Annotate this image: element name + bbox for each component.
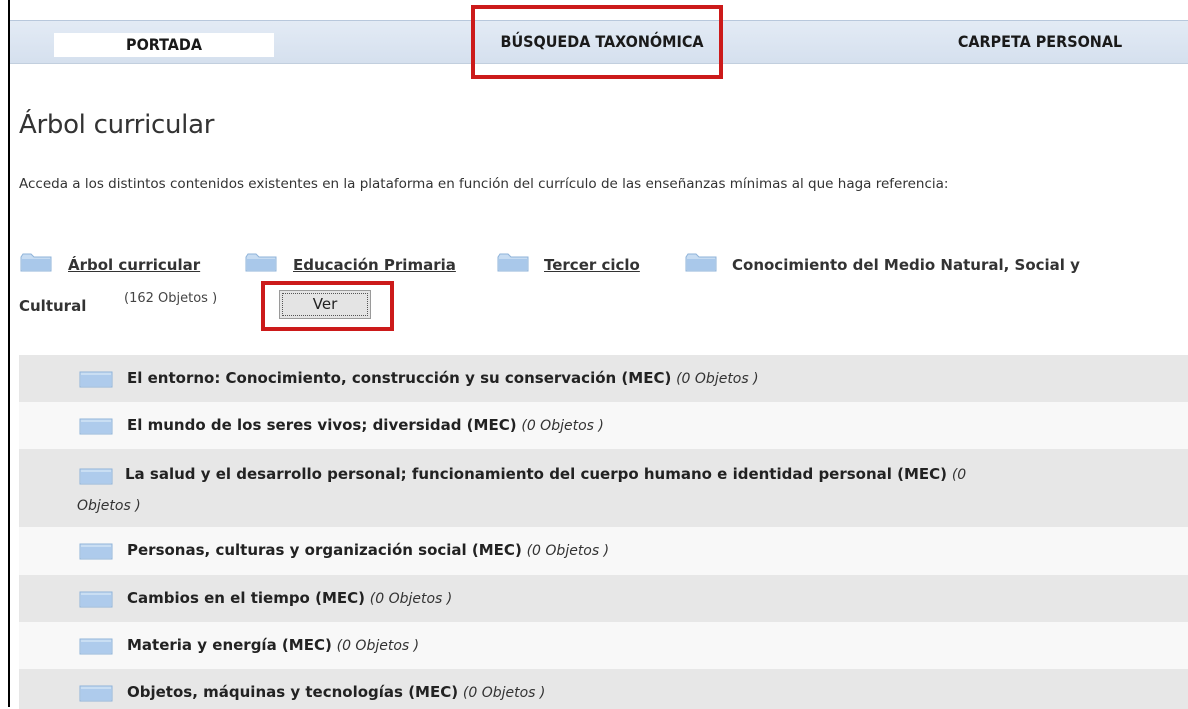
category-title[interactable]: Objetos, máquinas y tecnologías (MEC) <box>127 683 458 701</box>
category-count-cont: Objetos ) <box>77 498 141 514</box>
nav-busqueda-taxonomica[interactable]: BÚSQUEDA TAXONÓMICA <box>474 21 730 63</box>
breadcrumb-item-primaria[interactable]: Educación Primaria <box>293 256 456 274</box>
category-list: El entorno: Conocimiento, construcción y… <box>19 355 1188 709</box>
breadcrumb-current-line1: Conocimiento del Medio Natural, Social y <box>732 256 1080 274</box>
object-count: (162 Objetos ) <box>124 291 218 306</box>
folder-icon <box>245 253 277 272</box>
breadcrumb-link-arbol[interactable]: Árbol curricular <box>68 256 200 274</box>
page-title: Árbol curricular <box>19 110 215 140</box>
nav-carpeta-personal[interactable]: CARPETA PERSONAL <box>910 21 1170 63</box>
list-item[interactable]: El mundo de los seres vivos; diversidad … <box>19 402 1188 449</box>
breadcrumb-item-tercer-ciclo[interactable]: Tercer ciclo <box>544 256 640 274</box>
folder-icon <box>79 591 113 612</box>
nav-portada[interactable]: PORTADA <box>54 33 274 57</box>
list-item[interactable]: Personas, culturas y organización social… <box>19 527 1188 575</box>
category-title[interactable]: Materia y energía (MEC) <box>127 636 332 654</box>
list-item[interactable]: La salud y el desarrollo personal; funci… <box>19 449 1188 527</box>
category-count: (0 Objetos ) <box>462 685 546 701</box>
breadcrumb-current-line2: Cultural <box>19 297 87 315</box>
folder-icon <box>79 418 113 439</box>
category-count: (0 Objetos ) <box>521 418 604 434</box>
page-description: Acceda a los distintos contenidos existe… <box>19 176 949 192</box>
category-title[interactable]: La salud y el desarrollo personal; funci… <box>125 465 947 483</box>
category-title[interactable]: Cambios en el tiempo (MEC) <box>127 589 365 607</box>
category-title[interactable]: Personas, culturas y organización social… <box>127 541 522 559</box>
folder-icon <box>79 371 113 392</box>
category-count: (0 Objetos ) <box>336 638 420 654</box>
ver-button[interactable]: Ver <box>279 290 371 319</box>
category-title[interactable]: El entorno: Conocimiento, construcción y… <box>127 369 671 387</box>
list-item[interactable]: Cambios en el tiempo (MEC) (0 Objetos ) <box>19 575 1188 622</box>
list-item[interactable]: Objetos, máquinas y tecnologías (MEC) (0… <box>19 669 1188 709</box>
folder-icon <box>20 253 52 272</box>
folder-icon <box>497 253 529 272</box>
category-count: (0 Objetos ) <box>676 371 759 387</box>
list-item[interactable]: Materia y energía (MEC) (0 Objetos ) <box>19 622 1188 669</box>
breadcrumb-link-primaria[interactable]: Educación Primaria <box>293 256 456 274</box>
folder-icon <box>79 685 113 706</box>
list-item[interactable]: El entorno: Conocimiento, construcción y… <box>19 355 1188 402</box>
folder-icon <box>79 638 113 659</box>
folder-icon <box>685 253 717 272</box>
category-count: (0 Objetos ) <box>369 591 453 607</box>
category-title[interactable]: El mundo de los seres vivos; diversidad … <box>127 416 517 434</box>
breadcrumb-link-tercer-ciclo[interactable]: Tercer ciclo <box>544 256 640 274</box>
top-navigation: PORTADA BÚSQUEDA TAXONÓMICA CARPETA PERS… <box>10 20 1188 64</box>
category-count: (0 Objetos ) <box>526 543 610 559</box>
page-left-border <box>8 0 10 707</box>
breadcrumb-item-arbol[interactable]: Árbol curricular <box>68 256 200 274</box>
category-count: (0 <box>951 467 967 483</box>
folder-icon <box>79 543 113 564</box>
